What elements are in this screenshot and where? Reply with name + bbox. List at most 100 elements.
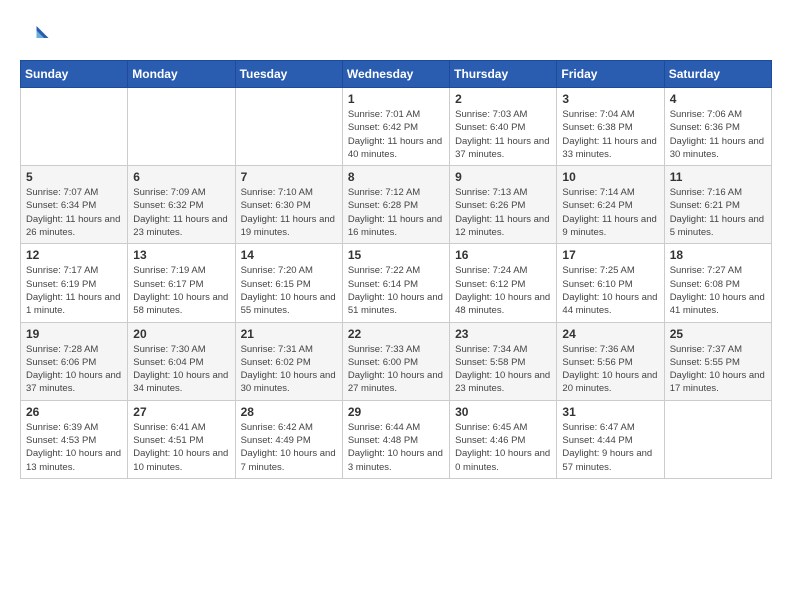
day-number: 2 xyxy=(455,92,551,106)
logo-icon xyxy=(20,20,50,50)
day-number: 31 xyxy=(562,405,658,419)
day-info: Sunrise: 7:01 AM Sunset: 6:42 PM Dayligh… xyxy=(348,108,444,161)
calendar-week-4: 19Sunrise: 7:28 AM Sunset: 6:06 PM Dayli… xyxy=(21,322,772,400)
day-info: Sunrise: 7:22 AM Sunset: 6:14 PM Dayligh… xyxy=(348,264,444,317)
day-info: Sunrise: 6:44 AM Sunset: 4:48 PM Dayligh… xyxy=(348,421,444,474)
calendar-cell: 24Sunrise: 7:36 AM Sunset: 5:56 PM Dayli… xyxy=(557,322,664,400)
day-number: 10 xyxy=(562,170,658,184)
calendar-cell: 13 Sunrise: 7:19 AM Sunset: 6:17 PM Dayli… xyxy=(128,244,235,322)
weekday-header-friday: Friday xyxy=(557,61,664,88)
day-number: 11 xyxy=(670,170,766,184)
calendar-body: 1 Sunrise: 7:01 AM Sunset: 6:42 PM Daylig… xyxy=(21,88,772,479)
calendar-cell: 31Sunrise: 6:47 AM Sunset: 4:44 PM Dayli… xyxy=(557,400,664,478)
calendar-cell: 8Sunrise: 7:12 AM Sunset: 6:28 PM Daylig… xyxy=(342,166,449,244)
day-info: Sunrise: 7:37 AM Sunset: 5:55 PM Dayligh… xyxy=(670,343,766,396)
calendar-cell: 19Sunrise: 7:28 AM Sunset: 6:06 PM Dayli… xyxy=(21,322,128,400)
calendar-cell xyxy=(235,88,342,166)
calendar-cell: 25 Sunrise: 7:37 AM Sunset: 5:55 PM Dayli… xyxy=(664,322,771,400)
weekday-header-saturday: Saturday xyxy=(664,61,771,88)
day-info: Sunrise: 7:20 AM Sunset: 6:15 PM Dayligh… xyxy=(241,264,337,317)
weekday-header-sunday: Sunday xyxy=(21,61,128,88)
calendar-cell: 21 Sunrise: 7:31 AM Sunset: 6:02 PM Dayli… xyxy=(235,322,342,400)
calendar-cell: 17 Sunrise: 7:25 AM Sunset: 6:10 PM Dayli… xyxy=(557,244,664,322)
calendar-cell: 28 Sunrise: 6:42 AM Sunset: 4:49 PM Dayli… xyxy=(235,400,342,478)
day-number: 26 xyxy=(26,405,122,419)
day-info: Sunrise: 7:14 AM Sunset: 6:24 PM Dayligh… xyxy=(562,186,658,239)
calendar-cell: 30 Sunrise: 6:45 AM Sunset: 4:46 PM Dayli… xyxy=(450,400,557,478)
day-number: 16 xyxy=(455,248,551,262)
day-info: Sunrise: 7:34 AM Sunset: 5:58 PM Dayligh… xyxy=(455,343,551,396)
weekday-header-tuesday: Tuesday xyxy=(235,61,342,88)
day-info: Sunrise: 6:42 AM Sunset: 4:49 PM Dayligh… xyxy=(241,421,337,474)
day-number: 29 xyxy=(348,405,444,419)
day-info: Sunrise: 7:06 AM Sunset: 6:36 PM Dayligh… xyxy=(670,108,766,161)
calendar-cell: 1 Sunrise: 7:01 AM Sunset: 6:42 PM Daylig… xyxy=(342,88,449,166)
calendar-cell: 6 Sunrise: 7:09 AM Sunset: 6:32 PM Daylig… xyxy=(128,166,235,244)
day-number: 30 xyxy=(455,405,551,419)
day-number: 6 xyxy=(133,170,229,184)
calendar-cell xyxy=(664,400,771,478)
day-number: 20 xyxy=(133,327,229,341)
calendar-week-3: 12 Sunrise: 7:17 AM Sunset: 6:19 PM Dayli… xyxy=(21,244,772,322)
calendar-cell: 20 Sunrise: 7:30 AM Sunset: 6:04 PM Dayli… xyxy=(128,322,235,400)
calendar-cell: 3Sunrise: 7:04 AM Sunset: 6:38 PM Daylig… xyxy=(557,88,664,166)
calendar-header: SundayMondayTuesdayWednesdayThursdayFrid… xyxy=(21,61,772,88)
day-info: Sunrise: 7:07 AM Sunset: 6:34 PM Dayligh… xyxy=(26,186,122,239)
day-info: Sunrise: 6:45 AM Sunset: 4:46 PM Dayligh… xyxy=(455,421,551,474)
day-number: 8 xyxy=(348,170,444,184)
day-number: 5 xyxy=(26,170,122,184)
day-number: 27 xyxy=(133,405,229,419)
weekday-header-wednesday: Wednesday xyxy=(342,61,449,88)
day-info: Sunrise: 7:36 AM Sunset: 5:56 PM Dayligh… xyxy=(562,343,658,396)
calendar-cell: 12 Sunrise: 7:17 AM Sunset: 6:19 PM Dayli… xyxy=(21,244,128,322)
day-info: Sunrise: 7:03 AM Sunset: 6:40 PM Dayligh… xyxy=(455,108,551,161)
day-number: 12 xyxy=(26,248,122,262)
calendar-cell: 4 Sunrise: 7:06 AM Sunset: 6:36 PM Daylig… xyxy=(664,88,771,166)
day-info: Sunrise: 7:16 AM Sunset: 6:21 PM Dayligh… xyxy=(670,186,766,239)
calendar-cell: 7 Sunrise: 7:10 AM Sunset: 6:30 PM Daylig… xyxy=(235,166,342,244)
calendar-cell xyxy=(128,88,235,166)
weekday-header-monday: Monday xyxy=(128,61,235,88)
day-info: Sunrise: 7:25 AM Sunset: 6:10 PM Dayligh… xyxy=(562,264,658,317)
day-info: Sunrise: 7:10 AM Sunset: 6:30 PM Dayligh… xyxy=(241,186,337,239)
calendar-cell: 2 Sunrise: 7:03 AM Sunset: 6:40 PM Daylig… xyxy=(450,88,557,166)
logo xyxy=(20,20,54,50)
calendar: SundayMondayTuesdayWednesdayThursdayFrid… xyxy=(20,60,772,479)
calendar-cell: 22 Sunrise: 7:33 AM Sunset: 6:00 PM Dayli… xyxy=(342,322,449,400)
day-info: Sunrise: 7:33 AM Sunset: 6:00 PM Dayligh… xyxy=(348,343,444,396)
day-number: 17 xyxy=(562,248,658,262)
day-number: 1 xyxy=(348,92,444,106)
day-info: Sunrise: 6:41 AM Sunset: 4:51 PM Dayligh… xyxy=(133,421,229,474)
day-number: 21 xyxy=(241,327,337,341)
calendar-cell: 27 Sunrise: 6:41 AM Sunset: 4:51 PM Dayli… xyxy=(128,400,235,478)
calendar-cell: 15 Sunrise: 7:22 AM Sunset: 6:14 PM Dayli… xyxy=(342,244,449,322)
calendar-cell: 10 Sunrise: 7:14 AM Sunset: 6:24 PM Dayli… xyxy=(557,166,664,244)
weekday-row: SundayMondayTuesdayWednesdayThursdayFrid… xyxy=(21,61,772,88)
day-number: 3 xyxy=(562,92,658,106)
day-number: 22 xyxy=(348,327,444,341)
calendar-cell: 26 Sunrise: 6:39 AM Sunset: 4:53 PM Dayli… xyxy=(21,400,128,478)
day-number: 4 xyxy=(670,92,766,106)
day-info: Sunrise: 7:30 AM Sunset: 6:04 PM Dayligh… xyxy=(133,343,229,396)
day-number: 9 xyxy=(455,170,551,184)
day-info: Sunrise: 7:24 AM Sunset: 6:12 PM Dayligh… xyxy=(455,264,551,317)
calendar-cell: 11 Sunrise: 7:16 AM Sunset: 6:21 PM Dayli… xyxy=(664,166,771,244)
calendar-week-5: 26 Sunrise: 6:39 AM Sunset: 4:53 PM Dayli… xyxy=(21,400,772,478)
day-info: Sunrise: 7:28 AM Sunset: 6:06 PM Dayligh… xyxy=(26,343,122,396)
day-info: Sunrise: 7:19 AM Sunset: 6:17 PM Dayligh… xyxy=(133,264,229,317)
day-info: Sunrise: 7:09 AM Sunset: 6:32 PM Dayligh… xyxy=(133,186,229,239)
day-number: 25 xyxy=(670,327,766,341)
day-info: Sunrise: 7:17 AM Sunset: 6:19 PM Dayligh… xyxy=(26,264,122,317)
calendar-week-1: 1 Sunrise: 7:01 AM Sunset: 6:42 PM Daylig… xyxy=(21,88,772,166)
day-number: 28 xyxy=(241,405,337,419)
day-number: 13 xyxy=(133,248,229,262)
calendar-cell xyxy=(21,88,128,166)
calendar-cell: 16 Sunrise: 7:24 AM Sunset: 6:12 PM Dayli… xyxy=(450,244,557,322)
calendar-cell: 29 Sunrise: 6:44 AM Sunset: 4:48 PM Dayli… xyxy=(342,400,449,478)
day-info: Sunrise: 7:31 AM Sunset: 6:02 PM Dayligh… xyxy=(241,343,337,396)
day-info: Sunrise: 6:39 AM Sunset: 4:53 PM Dayligh… xyxy=(26,421,122,474)
day-number: 7 xyxy=(241,170,337,184)
day-number: 23 xyxy=(455,327,551,341)
day-number: 14 xyxy=(241,248,337,262)
day-number: 15 xyxy=(348,248,444,262)
